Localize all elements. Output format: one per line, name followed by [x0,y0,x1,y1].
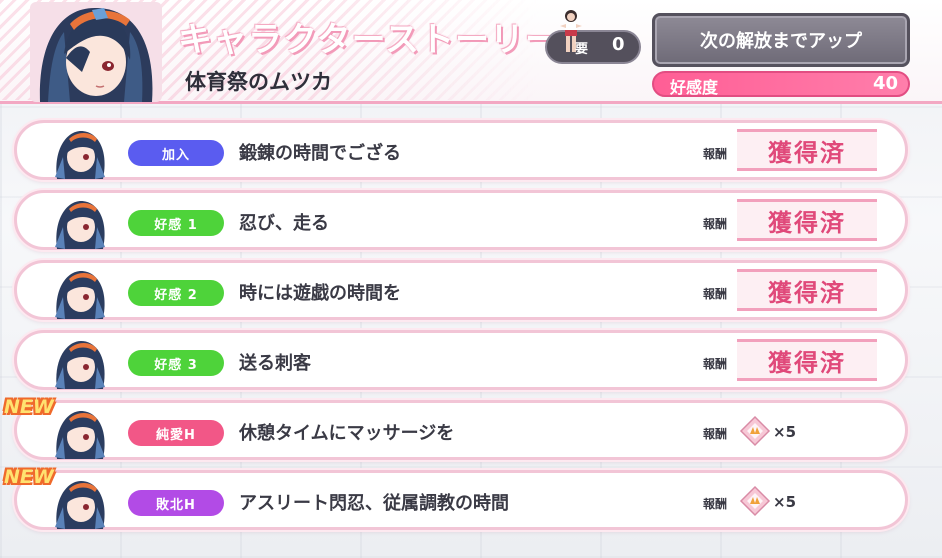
reward-label: 報酬 [703,217,728,231]
obtained-stamp: 獲得済 [737,199,877,241]
page-title: キャラクターストーリー [178,20,560,60]
header: キャラクターストーリー 体育祭のムツカ 要 0 次の解放までアップ 好感度 40 [0,0,942,104]
next-unlock-button[interactable]: 次の解放までアップ [652,13,910,67]
story-title: アスリート閃忍、従属調教の時間 [239,493,509,514]
chibi-avatar-icon [51,267,109,319]
reward-count: ×5 [773,423,797,441]
affection-label: 好感度 [670,78,719,97]
new-badge: NEW [4,396,54,418]
key-count: 0 [612,34,625,55]
chibi-avatar-icon [51,197,109,249]
story-row[interactable]: 好感 1 忍び、走る 報酬 獲得済 [14,190,908,250]
story-title: 忍び、走る [239,213,329,234]
obtained-stamp: 獲得済 [737,129,877,171]
story-title: 休憩タイムにマッサージを [239,423,455,444]
story-tag: 好感 3 [128,350,224,376]
reward-label: 報酬 [703,497,728,511]
story-row[interactable]: 敗北H アスリート閃忍、従属調教の時間 報酬 ×5 [14,470,908,530]
story-row[interactable]: 好感 2 時には遊戯の時間を 報酬 獲得済 [14,260,908,320]
story-tag: 純愛H [128,420,224,446]
story-tag: 加入 [128,140,224,166]
affection-value: 40 [872,73,898,94]
reward-label: 報酬 [703,427,728,441]
reward-label: 報酬 [703,147,728,161]
story-tag: 好感 1 [128,210,224,236]
obtained-stamp: 獲得済 [737,339,877,381]
story-title: 時には遊戯の時間を [239,283,401,304]
character-name: 体育祭のムツカ [185,70,332,94]
reward-label: 報酬 [703,357,728,371]
new-badge: NEW [4,466,54,488]
key-label: 要 [575,42,589,57]
crystal-item-icon [739,415,771,447]
story-row[interactable]: 加入 鍛錬の時間でござる 報酬 獲得済 [14,120,908,180]
character-portrait [30,2,162,102]
chibi-avatar-icon [51,477,109,529]
reward-label: 報酬 [703,287,728,301]
crystal-item-icon [739,485,771,517]
reward-count: ×5 [773,493,797,511]
story-row[interactable]: 純愛H 休憩タイムにマッサージを 報酬 ×5 [14,400,908,460]
chibi-avatar-icon [51,337,109,389]
chibi-avatar-icon [51,407,109,459]
story-tag: 敗北H [128,490,224,516]
chibi-avatar-icon [51,127,109,179]
story-row[interactable]: 好感 3 送る刺客 報酬 獲得済 [14,330,908,390]
obtained-stamp: 獲得済 [737,269,877,311]
story-title: 鍛錬の時間でござる [239,143,401,164]
story-tag: 好感 2 [128,280,224,306]
story-title: 送る刺客 [239,353,311,374]
